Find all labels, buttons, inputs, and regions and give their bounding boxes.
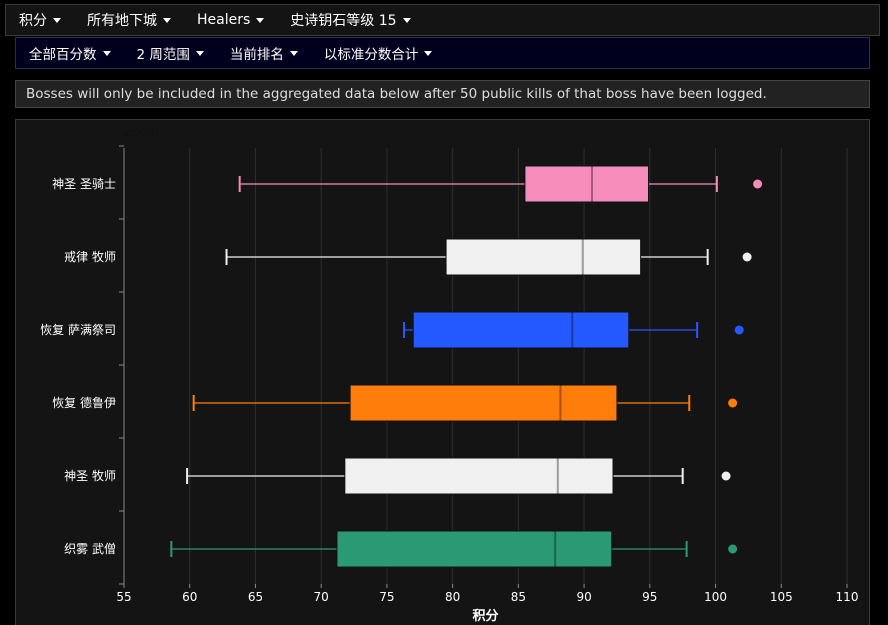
x-tick-label: 65 bbox=[248, 590, 263, 604]
keystone-level-dropdown-label: 史诗钥石等级 15 bbox=[290, 13, 397, 29]
iqr-box bbox=[445, 238, 642, 276]
top-nav-bar: 积分 所有地下城 Healers 史诗钥石等级 15 bbox=[5, 4, 880, 36]
chevron-down-icon bbox=[256, 17, 265, 23]
iqr-box bbox=[412, 311, 630, 349]
outlier-point bbox=[728, 544, 738, 554]
percentile-dropdown[interactable]: 全部百分数 bbox=[29, 43, 111, 63]
category-label: 神圣 圣骑士 bbox=[52, 177, 116, 191]
timeframe-dropdown[interactable]: 2 周范围 bbox=[137, 43, 204, 63]
notice-text: Bosses will only be included in the aggr… bbox=[26, 86, 767, 102]
category-label: 神圣 牧师 bbox=[64, 469, 116, 483]
x-tick-label: 95 bbox=[642, 590, 657, 604]
percentile-dropdown-label: 全部百分数 bbox=[29, 47, 97, 63]
dungeon-dropdown-label: 所有地下城 bbox=[87, 13, 157, 29]
outlier-point bbox=[734, 325, 744, 335]
chevron-down-icon bbox=[289, 50, 298, 56]
outlier-point bbox=[728, 398, 738, 408]
outlier-point bbox=[721, 471, 731, 481]
x-tick-label: 100 bbox=[704, 590, 727, 604]
outlier-point bbox=[753, 179, 763, 189]
chevron-down-icon bbox=[102, 50, 111, 56]
ranking-dropdown-label: 当前排名 bbox=[229, 47, 284, 63]
x-tick-label: 105 bbox=[770, 590, 793, 604]
box-plot-chart: 55 60 65 70 75 80 85 90 95 100 105 110 积分 神圣 圣骑士戒律 牧师… bbox=[40, 145, 859, 624]
x-axis-title: 积分 bbox=[472, 608, 498, 624]
iqr-box bbox=[344, 457, 614, 495]
ranking-dropdown[interactable]: 当前排名 bbox=[230, 43, 298, 63]
role-dropdown[interactable]: Healers bbox=[197, 12, 265, 28]
iqr-box bbox=[336, 530, 613, 568]
chevron-down-icon bbox=[53, 17, 61, 23]
role-dropdown-label: Healers bbox=[197, 12, 251, 28]
chevron-down-icon bbox=[163, 17, 171, 23]
aggregation-dropdown-label: 以标准分数合计 bbox=[323, 47, 419, 63]
iqr-box bbox=[349, 384, 618, 422]
metric-dropdown-label: 积分 bbox=[19, 13, 47, 29]
chevron-down-icon bbox=[195, 50, 204, 56]
notice-banner: Bosses will only be included in the aggr… bbox=[15, 80, 870, 108]
x-tick-label: 90 bbox=[576, 590, 591, 604]
x-tick-label: 80 bbox=[445, 590, 460, 604]
timeframe-dropdown-label: 2 周范围 bbox=[136, 47, 190, 63]
dungeon-dropdown[interactable]: 所有地下城 bbox=[87, 10, 171, 30]
keystone-level-dropdown[interactable]: 史诗钥石等级 15 bbox=[290, 10, 411, 30]
category-label: 戒律 牧师 bbox=[64, 250, 116, 264]
category-label: 恢复 萨满祭司 bbox=[40, 323, 116, 337]
x-tick-label: 55 bbox=[116, 590, 131, 604]
aggregation-dropdown[interactable]: 以标准分数合计 bbox=[324, 43, 433, 63]
x-tick-label: 85 bbox=[511, 590, 526, 604]
zoom-label: Zoom bbox=[124, 125, 159, 139]
chevron-down-icon bbox=[424, 50, 433, 56]
category-label: 恢复 德鲁伊 bbox=[52, 395, 116, 410]
x-tick-label: 75 bbox=[379, 590, 394, 604]
x-tick-label: 70 bbox=[314, 590, 329, 604]
category-label: 织雾 武僧 bbox=[64, 542, 116, 556]
chart-panel: Zoom 55 60 65 70 75 80 85 90 95 100 105 110 积分 神圣 圣骑士… bbox=[15, 119, 870, 625]
x-tick-label: 60 bbox=[182, 590, 197, 604]
metric-dropdown[interactable]: 积分 bbox=[19, 10, 61, 30]
sub-nav-bar: 全部百分数 2 周范围 当前排名 以标准分数合计 bbox=[15, 37, 870, 69]
x-tick-label: 110 bbox=[836, 590, 859, 604]
outlier-point bbox=[742, 252, 752, 262]
iqr-box bbox=[524, 165, 650, 203]
chevron-down-icon bbox=[402, 17, 411, 23]
